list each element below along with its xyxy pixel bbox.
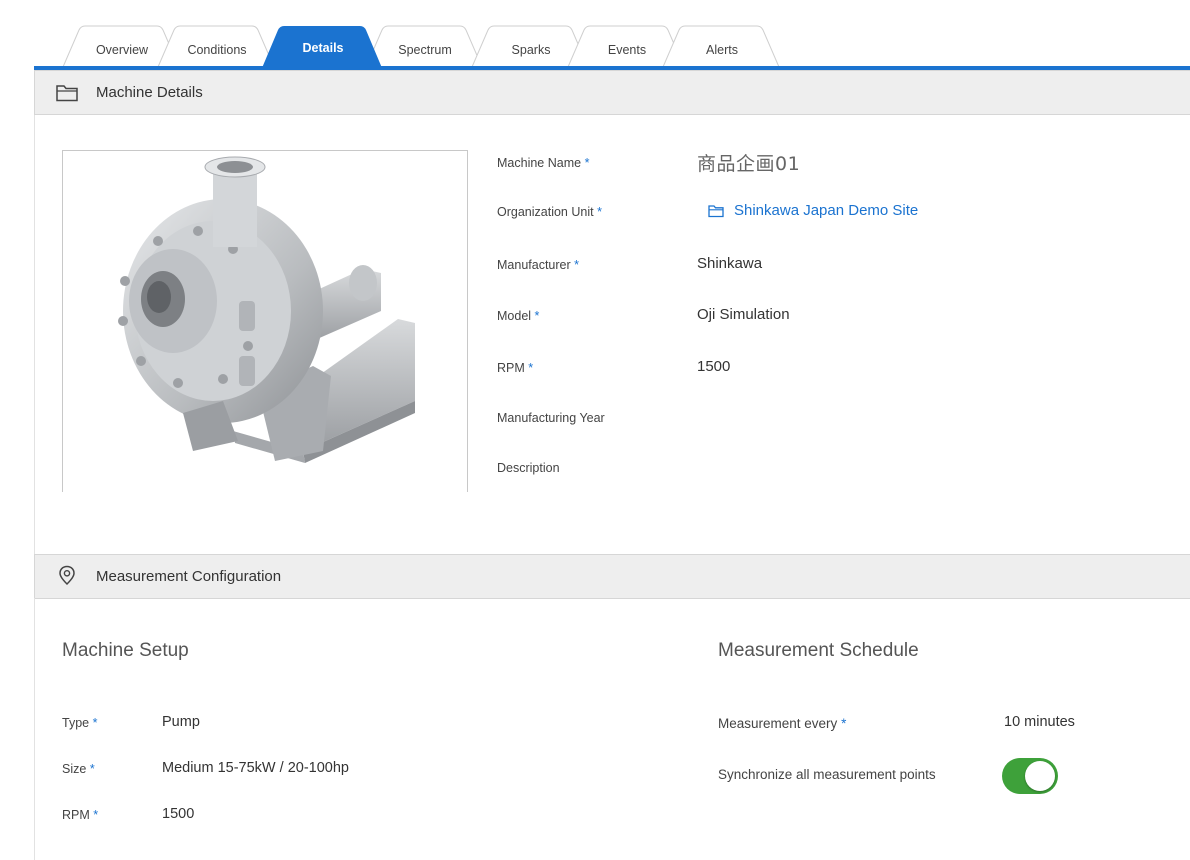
measurement-every-value[interactable]: 10 minutes xyxy=(1004,714,1075,730)
type-label: Type * xyxy=(62,716,98,730)
measurement-schedule-title: Measurement Schedule xyxy=(718,640,919,661)
toggle-knob xyxy=(1025,761,1055,791)
tab-details[interactable]: Details xyxy=(262,26,384,68)
rpm-value[interactable]: 1500 xyxy=(697,358,730,375)
measurement-configuration-header: Measurement Configuration xyxy=(34,554,1190,599)
synchronize-toggle[interactable] xyxy=(1002,758,1058,794)
measurement-every-label: Measurement every * xyxy=(718,716,847,731)
size-label: Size * xyxy=(62,762,95,776)
size-value[interactable]: Medium 15-75kW / 20-100hp xyxy=(162,760,349,776)
synchronize-label: Synchronize all measurement points xyxy=(718,767,936,782)
folder-icon xyxy=(56,85,78,102)
location-pin-icon xyxy=(59,565,75,585)
machine-name-label: Machine Name * xyxy=(497,156,590,170)
pump-illustration xyxy=(118,156,415,463)
manufacturing-year-label: Manufacturing Year xyxy=(497,411,605,425)
section-left-border xyxy=(34,115,35,555)
rpm-label: RPM * xyxy=(497,361,534,375)
organization-unit-label: Organization Unit * xyxy=(497,205,602,219)
tab-alerts[interactable]: Alerts xyxy=(662,25,781,68)
setup-rpm-value[interactable]: 1500 xyxy=(162,806,194,822)
tab-alerts-label: Alerts xyxy=(706,43,738,57)
tab-conditions-label: Conditions xyxy=(187,43,247,57)
machine-setup-title: Machine Setup xyxy=(62,640,189,661)
manufacturer-value[interactable]: Shinkawa xyxy=(697,255,762,272)
machine-details-header: Machine Details xyxy=(34,70,1190,115)
tab-conditions[interactable]: Conditions xyxy=(157,25,276,68)
model-value[interactable]: Oji Simulation xyxy=(697,306,790,323)
machine-image xyxy=(62,150,468,492)
machine-details-title: Machine Details xyxy=(96,84,203,101)
machine-name-value[interactable]: 商品企画01 xyxy=(697,149,800,176)
section-left-border xyxy=(34,598,35,860)
manufacturer-label: Manufacturer * xyxy=(497,258,580,272)
measurement-configuration-title: Measurement Configuration xyxy=(96,568,282,585)
folder-icon xyxy=(708,204,724,217)
setup-rpm-label: RPM * xyxy=(62,808,99,822)
tab-details-label: Details xyxy=(302,41,344,55)
model-label: Model * xyxy=(497,309,540,323)
organization-unit-value: Shinkawa Japan Demo Site xyxy=(734,202,919,219)
description-label: Description xyxy=(497,461,560,475)
organization-unit-link[interactable]: Shinkawa Japan Demo Site xyxy=(708,202,918,219)
type-value[interactable]: Pump xyxy=(162,714,200,730)
